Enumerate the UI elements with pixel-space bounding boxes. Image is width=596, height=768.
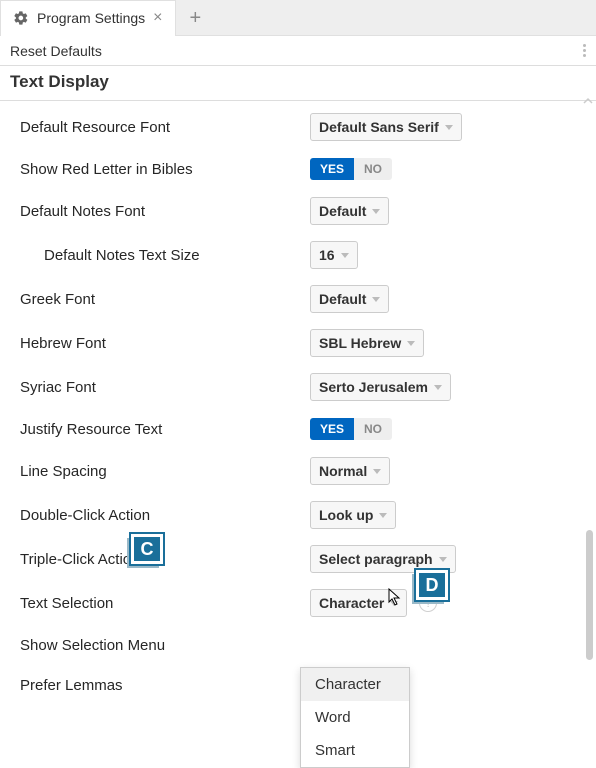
row-show-selection-menu: Show Selection Menu (0, 625, 596, 665)
overflow-menu-icon[interactable] (572, 42, 586, 59)
settings-list: Default Resource Font Default Sans Serif… (0, 101, 596, 705)
row-default-resource-font: Default Resource Font Default Sans Serif (0, 105, 596, 149)
dropdown-value: Look up (319, 507, 373, 523)
menu-item-character[interactable]: Character (301, 668, 409, 701)
dropdown-value: Select paragraph (319, 551, 433, 567)
sub-toolbar: Reset Defaults (0, 36, 596, 66)
dropdown-value: Serto Jerusalem (319, 379, 428, 395)
default-resource-font-dropdown[interactable]: Default Sans Serif (310, 113, 462, 141)
dropdown-value: 16 (319, 247, 335, 263)
help-icon[interactable]: ? (419, 594, 437, 612)
label: Triple-Click Action (20, 551, 300, 568)
label: Syriac Font (20, 379, 300, 396)
row-prefer-lemmas: Prefer Lemmas (0, 665, 596, 705)
red-letter-toggle[interactable]: YES NO (310, 158, 392, 180)
chevron-down-icon (372, 297, 380, 302)
label: Double-Click Action (20, 507, 300, 524)
text-selection-menu: Character Word Smart (300, 667, 410, 768)
row-syriac-font: Syriac Font Serto Jerusalem (0, 365, 596, 409)
toggle-yes[interactable]: YES (310, 158, 354, 180)
label: Line Spacing (20, 463, 300, 480)
new-tab-button[interactable]: + (176, 8, 216, 28)
dropdown-value: Character (319, 595, 384, 611)
text-selection-dropdown[interactable]: Character (310, 589, 407, 617)
chevron-down-icon (445, 125, 453, 130)
chevron-down-icon (390, 601, 398, 606)
row-greek-font: Greek Font Default (0, 277, 596, 321)
row-double-click-action: Double-Click Action Look up (0, 493, 596, 537)
label: Greek Font (20, 291, 300, 308)
row-show-red-letter: Show Red Letter in Bibles YES NO (0, 149, 596, 189)
chevron-down-icon (373, 469, 381, 474)
syriac-font-dropdown[interactable]: Serto Jerusalem (310, 373, 451, 401)
greek-font-dropdown[interactable]: Default (310, 285, 389, 313)
tab-title: Program Settings (37, 10, 145, 26)
chevron-down-icon (407, 341, 415, 346)
label: Show Selection Menu (20, 637, 300, 654)
toggle-yes[interactable]: YES (310, 418, 354, 440)
toggle-no[interactable]: NO (354, 158, 392, 180)
double-click-action-dropdown[interactable]: Look up (310, 501, 396, 529)
tab-program-settings[interactable]: Program Settings × (0, 0, 176, 36)
justify-toggle[interactable]: YES NO (310, 418, 392, 440)
vertical-scrollbar[interactable] (586, 530, 593, 660)
row-text-selection: Text Selection Character ? (0, 581, 596, 625)
gear-icon (13, 10, 29, 26)
row-default-notes-font: Default Notes Font Default (0, 189, 596, 233)
section-heading: Text Display (0, 66, 596, 101)
row-default-notes-text-size: Default Notes Text Size 16 (0, 233, 596, 277)
row-line-spacing: Line Spacing Normal (0, 449, 596, 493)
toggle-no[interactable]: NO (354, 418, 392, 440)
label: Prefer Lemmas (20, 677, 300, 694)
dropdown-value: Normal (319, 463, 367, 479)
hebrew-font-dropdown[interactable]: SBL Hebrew (310, 329, 424, 357)
label: Justify Resource Text (20, 421, 300, 438)
label: Show Red Letter in Bibles (20, 161, 300, 178)
label: Default Notes Font (20, 203, 300, 220)
label: Text Selection (20, 595, 300, 612)
dropdown-value: Default (319, 203, 366, 219)
row-triple-click-action: Triple-Click Action Select paragraph (0, 537, 596, 581)
chevron-down-icon (434, 385, 442, 390)
row-justify-resource-text: Justify Resource Text YES NO (0, 409, 596, 449)
tab-bar: Program Settings × + (0, 0, 596, 36)
triple-click-action-dropdown[interactable]: Select paragraph (310, 545, 456, 573)
label: Default Notes Text Size (20, 247, 300, 264)
chevron-down-icon (439, 557, 447, 562)
dropdown-value: Default (319, 291, 366, 307)
dropdown-value: SBL Hebrew (319, 335, 401, 351)
line-spacing-dropdown[interactable]: Normal (310, 457, 390, 485)
dropdown-value: Default Sans Serif (319, 119, 439, 135)
close-icon[interactable]: × (153, 10, 162, 26)
reset-defaults-link[interactable]: Reset Defaults (10, 43, 102, 59)
chevron-down-icon (341, 253, 349, 258)
default-notes-font-dropdown[interactable]: Default (310, 197, 389, 225)
default-notes-text-size-dropdown[interactable]: 16 (310, 241, 358, 269)
chevron-down-icon (372, 209, 380, 214)
menu-item-word[interactable]: Word (301, 701, 409, 734)
label: Hebrew Font (20, 335, 300, 352)
label: Default Resource Font (20, 119, 300, 136)
menu-item-smart[interactable]: Smart (301, 734, 409, 767)
row-hebrew-font: Hebrew Font SBL Hebrew (0, 321, 596, 365)
chevron-down-icon (379, 513, 387, 518)
